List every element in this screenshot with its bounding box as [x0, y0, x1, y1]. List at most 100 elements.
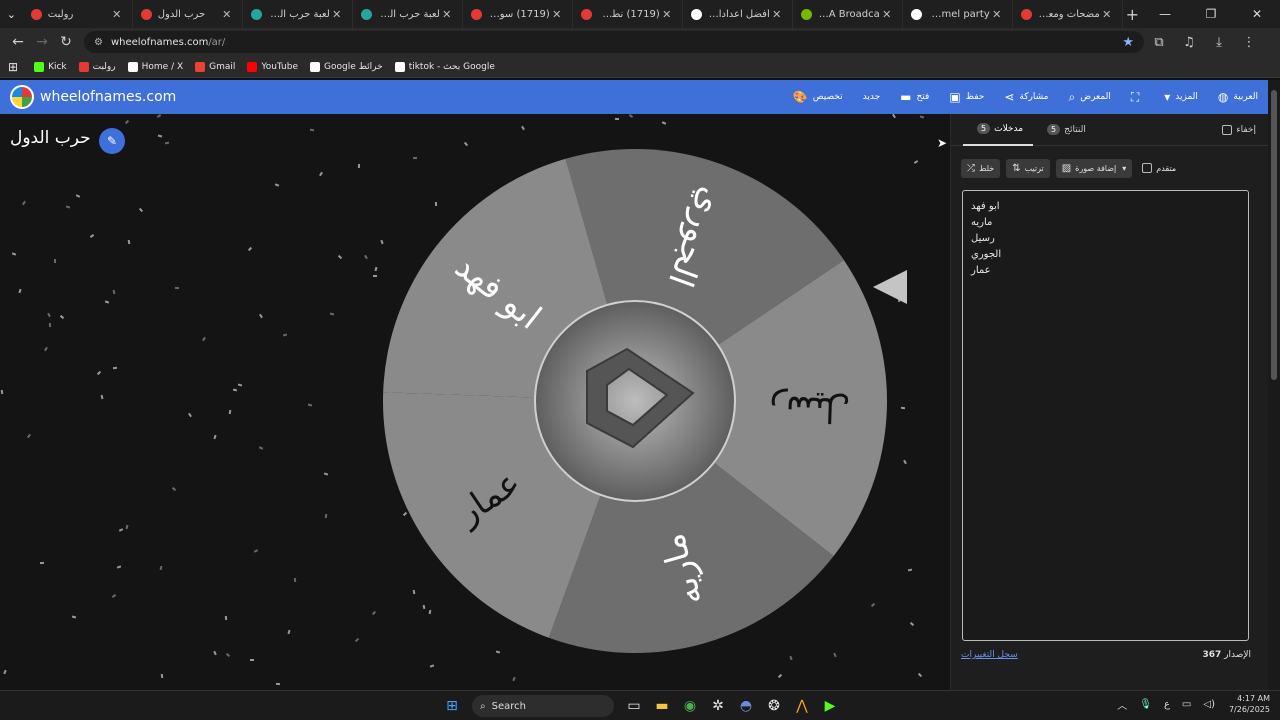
browser-tab[interactable]: لعبة حرب الفواكه✕ [243, 0, 353, 28]
tab-search-chevron-icon[interactable]: ⌄ [0, 8, 23, 21]
browser-tab[interactable]: لعبة حرب الدول |✕ [353, 0, 463, 28]
back-icon[interactable]: ← [6, 34, 30, 50]
edit-title-button[interactable]: ✎ [99, 128, 125, 154]
bookmark-item[interactable]: Kick [34, 61, 67, 72]
tab-close-icon[interactable]: ✕ [660, 8, 674, 21]
add-image-button[interactable]: ▨ إضافة صورة ▾ [1055, 158, 1133, 178]
tab-results[interactable]: 5 النتائج [1033, 114, 1096, 146]
scrollbar-thumb[interactable] [1271, 90, 1277, 380]
bookmark-item[interactable]: YouTube [247, 61, 298, 72]
bookmark-item[interactable]: Google خرائط [310, 61, 383, 72]
minimize-icon[interactable]: — [1142, 7, 1188, 21]
tab-title: مضحات ومعالج... [1038, 8, 1100, 20]
network-icon[interactable]: ▭ [1182, 699, 1191, 710]
new-button[interactable]: جديد [863, 92, 881, 102]
reload-icon[interactable]: ↻ [54, 34, 78, 50]
tab-close-icon[interactable]: ✕ [990, 8, 1004, 21]
extensions-icon[interactable]: ⧉ [1144, 35, 1174, 50]
tab-close-icon[interactable]: ✕ [770, 8, 784, 21]
browser-tab[interactable]: حرب الدول ✕ [133, 0, 243, 28]
browser-tab[interactable]: (1719) نطق أغنية✕ [573, 0, 683, 28]
sort-button[interactable]: ⇅ ترتيب [1006, 158, 1050, 178]
windows-start-icon[interactable]: ⊞ [438, 694, 466, 718]
confetti-piece [319, 171, 323, 177]
tab-close-icon[interactable]: ✕ [220, 8, 234, 21]
confetti-piece [323, 472, 329, 476]
tab-close-icon[interactable]: ✕ [1100, 8, 1114, 21]
browser-tab[interactable]: NVIDIA Broadca...✕ [793, 0, 903, 28]
restore-icon[interactable]: ❐ [1188, 7, 1234, 21]
volume-icon[interactable]: ◁) [1203, 699, 1215, 710]
tray-chevron-icon[interactable]: ︿ [1117, 697, 1127, 712]
tab-close-icon[interactable]: ✕ [880, 8, 894, 21]
browser-tab[interactable]: pummel party - ...✕ [903, 0, 1013, 28]
download-icon[interactable]: ⤓ [1204, 35, 1234, 50]
app-icon-1[interactable]: ✲ [704, 694, 732, 718]
more-button[interactable]: ▾ المزيد [1164, 90, 1198, 104]
file-explorer-icon[interactable]: ▬ [648, 694, 676, 718]
browser-tab[interactable]: أفضل اعدادات x✕ [683, 0, 793, 28]
tab-close-icon[interactable]: ✕ [440, 8, 454, 21]
confetti-piece [225, 652, 231, 658]
bookmark-item[interactable]: tiktok - بحث Google [394, 61, 495, 72]
taskbar-search[interactable]: ⌕ Search [472, 695, 614, 717]
bookmark-item[interactable]: رولبت [78, 61, 116, 72]
new-tab-button[interactable]: + [1123, 5, 1142, 24]
chrome-icon[interactable]: ◉ [676, 694, 704, 718]
open-button[interactable]: ▬ فتح [900, 90, 929, 104]
entries-textarea[interactable]: ابو فهد ماريه رسيل الجوري عمار [962, 190, 1249, 641]
tab-close-icon[interactable]: ✕ [550, 8, 564, 21]
site-name[interactable]: wheelofnames.com [40, 89, 176, 105]
discord-icon[interactable]: ◓ [732, 694, 760, 718]
new-label: جديد [862, 92, 881, 102]
bookmark-star-icon[interactable]: ★ [1122, 35, 1134, 50]
confetti-piece [909, 621, 915, 627]
address-bar[interactable]: ⚙ wheelofnames.com/ar/ ★ [84, 31, 1144, 53]
app-icon-4[interactable]: ▶ [816, 694, 844, 718]
close-window-icon[interactable]: ✕ [1234, 7, 1280, 21]
apps-grid-icon[interactable]: ⊞ [8, 60, 18, 74]
page-scrollbar[interactable] [1268, 80, 1280, 690]
bookmark-label: Home / X [141, 61, 184, 72]
media-icon[interactable]: ♫ [1174, 35, 1204, 50]
wheel[interactable]: الجوري رسيل ماريه عمار ابو فهد [382, 148, 888, 658]
hide-toggle[interactable]: إخفاء [1218, 124, 1256, 135]
mic-icon[interactable]: 🎙 [1139, 699, 1152, 710]
confetti-piece [118, 528, 124, 532]
gallery-button[interactable]: ⌕ المعرض [1068, 90, 1110, 105]
tab-close-icon[interactable]: ✕ [110, 8, 124, 21]
browser-tab[interactable]: (1719) سويت أكبر✕ [463, 0, 573, 28]
browser-tab[interactable]: مضحات ومعالج...✕ [1013, 0, 1123, 28]
changelog-link[interactable]: سجل التغييرات [961, 650, 1018, 660]
forward-icon[interactable]: → [30, 34, 54, 50]
save-label: حفظ [965, 92, 985, 102]
bookmark-item[interactable]: Gmail [195, 61, 235, 72]
app-icon-2[interactable]: ❂ [760, 694, 788, 718]
wheel-center-hub[interactable] [534, 300, 736, 502]
tab-close-icon[interactable]: ✕ [330, 8, 344, 21]
bookmark-item[interactable]: Home / X [127, 61, 184, 72]
bookmark-label: رولبت [92, 61, 116, 72]
task-view-icon[interactable]: ▭ [620, 694, 648, 718]
advanced-checkbox[interactable] [1142, 163, 1153, 173]
tab-entries[interactable]: 5 مدخلات [963, 114, 1034, 146]
app-icon-3[interactable]: ⋀ [788, 694, 816, 718]
customize-button[interactable]: 🎨 تخصيص [793, 90, 843, 104]
site-info-icon[interactable]: ⚙ [94, 37, 103, 48]
clock[interactable]: 4:17 AM 7/26/2025 [1229, 693, 1270, 715]
confetti-piece [127, 239, 131, 245]
wheel-logo-icon[interactable] [10, 85, 34, 109]
share-button[interactable]: ⋖ مشاركة [1004, 90, 1048, 104]
fullscreen-button[interactable]: ⛶ [1131, 90, 1144, 105]
shuffle-button[interactable]: ⤮ خلط [961, 158, 1001, 178]
browser-tab[interactable]: رولبت ✕ [23, 0, 133, 28]
confetti-piece [21, 200, 27, 206]
hide-checkbox[interactable] [1222, 124, 1233, 135]
wheel-svg[interactable]: الجوريرسيلماريهعمارابو فهد [382, 148, 888, 654]
menu-kebab-icon[interactable]: ⋮ [1234, 35, 1264, 50]
save-button[interactable]: ▣ حفظ [949, 90, 984, 104]
input-language[interactable]: ع [1164, 699, 1170, 710]
advanced-toggle[interactable]: متقدم [1138, 163, 1176, 173]
language-button[interactable]: ◍ العربية [1218, 90, 1258, 104]
bookmark-favicon-icon [394, 61, 405, 72]
